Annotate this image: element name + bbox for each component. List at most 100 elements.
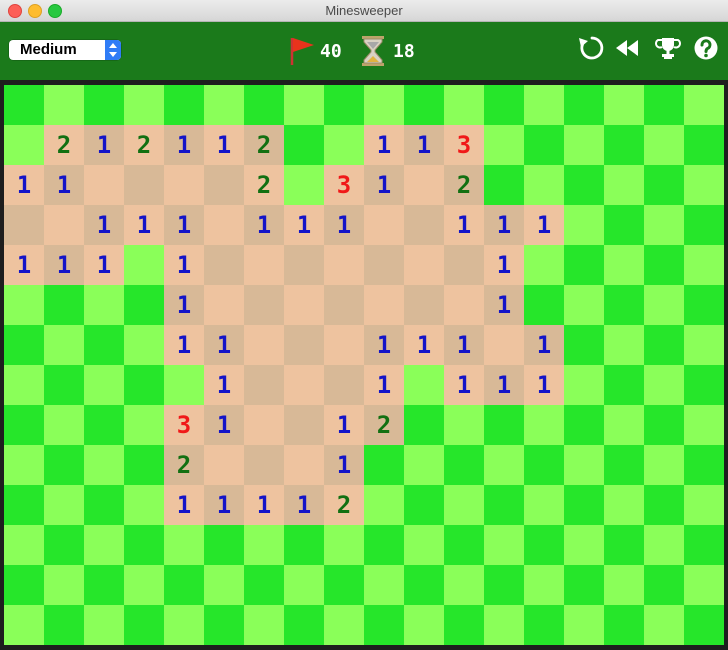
unopened-cell[interactable] xyxy=(4,405,44,445)
unopened-cell[interactable] xyxy=(524,285,564,325)
number-cell[interactable]: 1 xyxy=(364,125,404,165)
unopened-cell[interactable] xyxy=(604,165,644,205)
number-cell[interactable]: 1 xyxy=(524,365,564,405)
opened-cell[interactable] xyxy=(284,285,324,325)
unopened-cell[interactable] xyxy=(564,445,604,485)
opened-cell[interactable] xyxy=(84,165,124,205)
opened-cell[interactable] xyxy=(284,245,324,285)
opened-cell[interactable] xyxy=(284,405,324,445)
unopened-cell[interactable] xyxy=(324,525,364,565)
opened-cell[interactable] xyxy=(324,325,364,365)
unopened-cell[interactable] xyxy=(44,525,84,565)
opened-cell[interactable] xyxy=(204,205,244,245)
unopened-cell[interactable] xyxy=(124,565,164,605)
unopened-cell[interactable] xyxy=(404,605,444,645)
number-cell[interactable]: 1 xyxy=(84,125,124,165)
number-cell[interactable]: 1 xyxy=(4,245,44,285)
unopened-cell[interactable] xyxy=(444,565,484,605)
unopened-cell[interactable] xyxy=(284,565,324,605)
opened-cell[interactable] xyxy=(204,445,244,485)
unopened-cell[interactable] xyxy=(404,365,444,405)
number-cell[interactable]: 2 xyxy=(324,485,364,525)
unopened-cell[interactable] xyxy=(124,485,164,525)
unopened-cell[interactable] xyxy=(644,405,684,445)
unopened-cell[interactable] xyxy=(84,365,124,405)
unopened-cell[interactable] xyxy=(524,165,564,205)
number-cell[interactable]: 1 xyxy=(164,485,204,525)
unopened-cell[interactable] xyxy=(84,405,124,445)
unopened-cell[interactable] xyxy=(364,605,404,645)
number-cell[interactable]: 1 xyxy=(164,125,204,165)
opened-cell[interactable] xyxy=(244,285,284,325)
unopened-cell[interactable] xyxy=(284,165,324,205)
unopened-cell[interactable] xyxy=(604,245,644,285)
number-cell[interactable]: 1 xyxy=(324,405,364,445)
number-cell[interactable]: 3 xyxy=(324,165,364,205)
unopened-cell[interactable] xyxy=(644,605,684,645)
unopened-cell[interactable] xyxy=(44,485,84,525)
unopened-cell[interactable] xyxy=(364,85,404,125)
unopened-cell[interactable] xyxy=(44,325,84,365)
number-cell[interactable]: 1 xyxy=(484,285,524,325)
unopened-cell[interactable] xyxy=(644,85,684,125)
unopened-cell[interactable] xyxy=(324,85,364,125)
unopened-cell[interactable] xyxy=(604,525,644,565)
unopened-cell[interactable] xyxy=(684,165,724,205)
number-cell[interactable]: 1 xyxy=(84,245,124,285)
unopened-cell[interactable] xyxy=(564,285,604,325)
opened-cell[interactable] xyxy=(404,285,444,325)
unopened-cell[interactable] xyxy=(564,165,604,205)
unopened-cell[interactable] xyxy=(204,85,244,125)
unopened-cell[interactable] xyxy=(44,405,84,445)
unopened-cell[interactable] xyxy=(124,405,164,445)
number-cell[interactable]: 1 xyxy=(124,205,164,245)
number-cell[interactable]: 1 xyxy=(44,165,84,205)
unopened-cell[interactable] xyxy=(684,245,724,285)
unopened-cell[interactable] xyxy=(604,485,644,525)
opened-cell[interactable] xyxy=(404,165,444,205)
unopened-cell[interactable] xyxy=(604,605,644,645)
opened-cell[interactable] xyxy=(204,245,244,285)
unopened-cell[interactable] xyxy=(244,85,284,125)
unopened-cell[interactable] xyxy=(644,245,684,285)
unopened-cell[interactable] xyxy=(684,485,724,525)
unopened-cell[interactable] xyxy=(44,85,84,125)
opened-cell[interactable] xyxy=(324,245,364,285)
opened-cell[interactable] xyxy=(124,165,164,205)
unopened-cell[interactable] xyxy=(604,325,644,365)
unopened-cell[interactable] xyxy=(564,205,604,245)
unopened-cell[interactable] xyxy=(44,605,84,645)
unopened-cell[interactable] xyxy=(604,565,644,605)
unopened-cell[interactable] xyxy=(524,405,564,445)
unopened-cell[interactable] xyxy=(644,485,684,525)
unopened-cell[interactable] xyxy=(44,285,84,325)
unopened-cell[interactable] xyxy=(84,485,124,525)
help-icon[interactable] xyxy=(692,34,720,62)
number-cell[interactable]: 1 xyxy=(284,205,324,245)
unopened-cell[interactable] xyxy=(164,365,204,405)
opened-cell[interactable] xyxy=(284,325,324,365)
unopened-cell[interactable] xyxy=(404,525,444,565)
number-cell[interactable]: 1 xyxy=(284,485,324,525)
unopened-cell[interactable] xyxy=(524,245,564,285)
unopened-cell[interactable] xyxy=(524,525,564,565)
unopened-cell[interactable] xyxy=(564,525,604,565)
unopened-cell[interactable] xyxy=(84,605,124,645)
unopened-cell[interactable] xyxy=(444,485,484,525)
number-cell[interactable]: 2 xyxy=(444,165,484,205)
unopened-cell[interactable] xyxy=(284,85,324,125)
opened-cell[interactable] xyxy=(444,245,484,285)
unopened-cell[interactable] xyxy=(4,565,44,605)
unopened-cell[interactable] xyxy=(84,445,124,485)
unopened-cell[interactable] xyxy=(244,525,284,565)
unopened-cell[interactable] xyxy=(684,85,724,125)
unopened-cell[interactable] xyxy=(404,85,444,125)
opened-cell[interactable] xyxy=(364,285,404,325)
unopened-cell[interactable] xyxy=(84,525,124,565)
unopened-cell[interactable] xyxy=(684,405,724,445)
unopened-cell[interactable] xyxy=(284,525,324,565)
unopened-cell[interactable] xyxy=(164,525,204,565)
unopened-cell[interactable] xyxy=(684,565,724,605)
number-cell[interactable]: 1 xyxy=(524,325,564,365)
unopened-cell[interactable] xyxy=(684,445,724,485)
